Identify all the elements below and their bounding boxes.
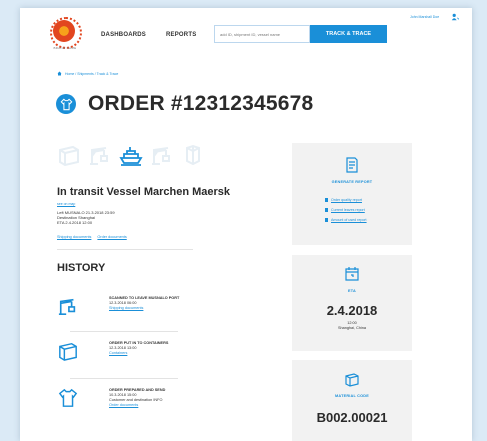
calendar-icon xyxy=(345,267,359,281)
eta-card: ETA 2.4.2018 12:00 Shanghai, China xyxy=(292,255,412,351)
crane-icon-2 xyxy=(152,147,170,165)
history-heading: HISTORY xyxy=(57,262,106,274)
container-icon xyxy=(59,145,79,166)
divider xyxy=(70,378,178,379)
generate-report-card: GENERATE REPORT Order quality report Cur… xyxy=(292,143,412,245)
detail-line: ETA 2.4.2018 12:00 xyxy=(57,220,93,225)
card-title: ETA xyxy=(348,289,356,293)
history-link[interactable]: Containers xyxy=(109,351,207,356)
document-icon xyxy=(325,218,328,222)
brand-logo[interactable] xyxy=(50,17,82,49)
shirt-icon xyxy=(56,94,76,114)
top-bar: BRAND NAME DASHBOARDS REPORTS add ID, sh… xyxy=(20,8,472,64)
document-icon xyxy=(325,208,328,212)
crane-icon xyxy=(90,147,108,165)
order-status: In transit Vessel Marchen Maersk xyxy=(57,186,231,198)
ship-icon xyxy=(119,147,143,166)
document-links: Shipping documents Order documents xyxy=(57,235,127,239)
breadcrumb-text[interactable]: Home / Shipments / Track & Trace xyxy=(65,72,118,76)
divider xyxy=(70,331,178,332)
user-icon[interactable] xyxy=(451,13,459,21)
container-icon xyxy=(59,342,77,361)
history-link[interactable]: Order documents xyxy=(109,403,207,408)
search-input[interactable]: add ID, shipment ID, vessel name xyxy=(214,25,310,43)
order-documents-link[interactable]: Order documents xyxy=(97,235,126,239)
nav-reports[interactable]: REPORTS xyxy=(166,32,196,38)
package-icon xyxy=(186,144,200,166)
material-code-card: MATERIAL CODE B002.00021 xyxy=(292,360,412,441)
shirt-icon xyxy=(58,388,78,407)
report-link[interactable]: Current leaves report xyxy=(325,208,365,212)
breadcrumb: Home / Shipments / Track & Trace xyxy=(57,71,118,76)
eta-place: Shanghai, China xyxy=(337,326,367,330)
logo-text: BRAND NAME xyxy=(53,46,77,50)
order-title: ORDER #12312345678 xyxy=(88,92,314,115)
material-code: B002.00021 xyxy=(316,410,388,425)
document-icon xyxy=(325,198,328,202)
report-link[interactable]: Amount of used report xyxy=(325,218,367,222)
history-link[interactable]: Shipping documents xyxy=(109,306,207,311)
nav-dashboards[interactable]: DASHBOARDS xyxy=(101,32,146,38)
home-icon[interactable] xyxy=(57,71,62,76)
track-and-trace-button[interactable]: TRACK & TRACE xyxy=(310,25,387,43)
report-link[interactable]: Order quality report xyxy=(325,198,362,202)
card-title: GENERATE REPORT xyxy=(331,180,373,184)
divider xyxy=(57,249,193,250)
see-route-link[interactable]: see on map xyxy=(57,202,75,206)
box-icon xyxy=(345,373,359,387)
crane-icon xyxy=(58,298,76,315)
user-name[interactable]: John Marshall Doe xyxy=(410,15,439,19)
eta-date: 2.4.2018 xyxy=(326,303,378,318)
shipping-documents-link[interactable]: Shipping documents xyxy=(57,235,91,239)
document-icon xyxy=(346,157,358,173)
app-window: BRAND NAME DASHBOARDS REPORTS add ID, sh… xyxy=(20,8,472,441)
card-title: MATERIAL CODE xyxy=(335,394,369,398)
order-details: Left MUSNALO 21.3.2018 23:59 Destination… xyxy=(57,210,115,225)
progress-steps xyxy=(57,144,205,166)
